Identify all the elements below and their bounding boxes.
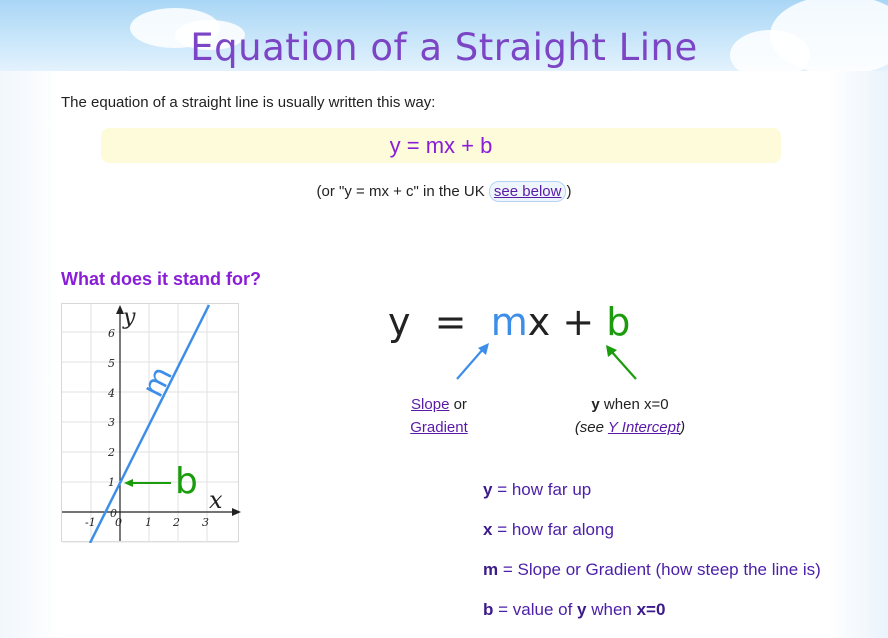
gradient-link[interactable]: Gradient [410, 419, 468, 436]
slope-or: or [449, 396, 467, 413]
definition-row: y = how far up [483, 480, 821, 520]
right-margin [828, 71, 888, 638]
x-tick-label: -1 [85, 516, 96, 529]
formula-text: y = mx + b [389, 132, 493, 158]
yint-when: when x=0 [599, 396, 669, 413]
slope-label: Slope or Gradient [404, 393, 474, 439]
x-axis-label: x [209, 486, 223, 514]
yint-see-open: (see [574, 419, 608, 436]
y-tick-label: 6 [108, 327, 115, 340]
intro-text: The equation of a straight line is usual… [61, 94, 436, 111]
yint-arrow [610, 350, 637, 380]
equation-arrows [456, 343, 637, 380]
definition-row: x = how far along [483, 520, 821, 560]
yint-see-close: ) [680, 419, 686, 436]
origin-label: 0 [110, 507, 117, 520]
y-tick-label: 4 [107, 387, 115, 400]
y-tick-label: 2 [107, 446, 115, 459]
y-tick-label: 5 [108, 357, 115, 370]
definition-row: m = Slope or Gradient (how steep the lin… [483, 560, 821, 600]
yint-y: y [591, 396, 600, 413]
line-graph: 1 2 3 4 5 6 -1 0 1 2 3 0 y x m b [61, 303, 241, 543]
definition-text: = how far up [492, 480, 592, 499]
see-below-link[interactable]: see below [488, 181, 567, 202]
y-tick-label: 3 [108, 416, 115, 429]
slope-link[interactable]: Slope [411, 396, 449, 413]
yint-label: y when x=0 (see Y Intercept) [565, 393, 695, 439]
definition-term: b [483, 600, 494, 619]
definition-text: when [586, 600, 637, 619]
definition-term: y [577, 600, 587, 619]
uk-note-suffix: ) [566, 183, 572, 200]
definition-text: = how far along [492, 520, 614, 539]
y-intercept-link[interactable]: Y Intercept [608, 419, 680, 436]
section-title: What does it stand for? [61, 269, 261, 289]
eq-y: y [388, 300, 411, 344]
y-axis-label: y [122, 305, 136, 330]
definition-row: b = value of y when x=0 [483, 600, 821, 638]
page-header: Equation of a Straight Line [0, 0, 888, 71]
definition-text: = Slope or Gradient (how steep the line … [498, 560, 821, 579]
uk-note-prefix: (or "y = mx + c" in the UK [316, 183, 489, 200]
left-margin [0, 71, 60, 638]
x-tick-label: 2 [172, 516, 180, 529]
slope-arrow [456, 347, 485, 380]
x-tick-label: 1 [145, 516, 152, 529]
page-title: Equation of a Straight Line [190, 26, 698, 69]
definition-term: x=0 [636, 600, 666, 619]
x-tick-label: 3 [202, 516, 209, 529]
formula-box: y = mx + b [101, 128, 781, 163]
definitions-list: y = how far up x = how far along m = Slo… [483, 480, 821, 638]
definition-text: = value of [493, 600, 578, 619]
y-tick-label: 1 [108, 476, 115, 489]
uk-note: (or "y = mx + c" in the UK see below) [0, 181, 888, 202]
definition-term: m [483, 560, 499, 579]
intercept-label: b [175, 461, 198, 502]
